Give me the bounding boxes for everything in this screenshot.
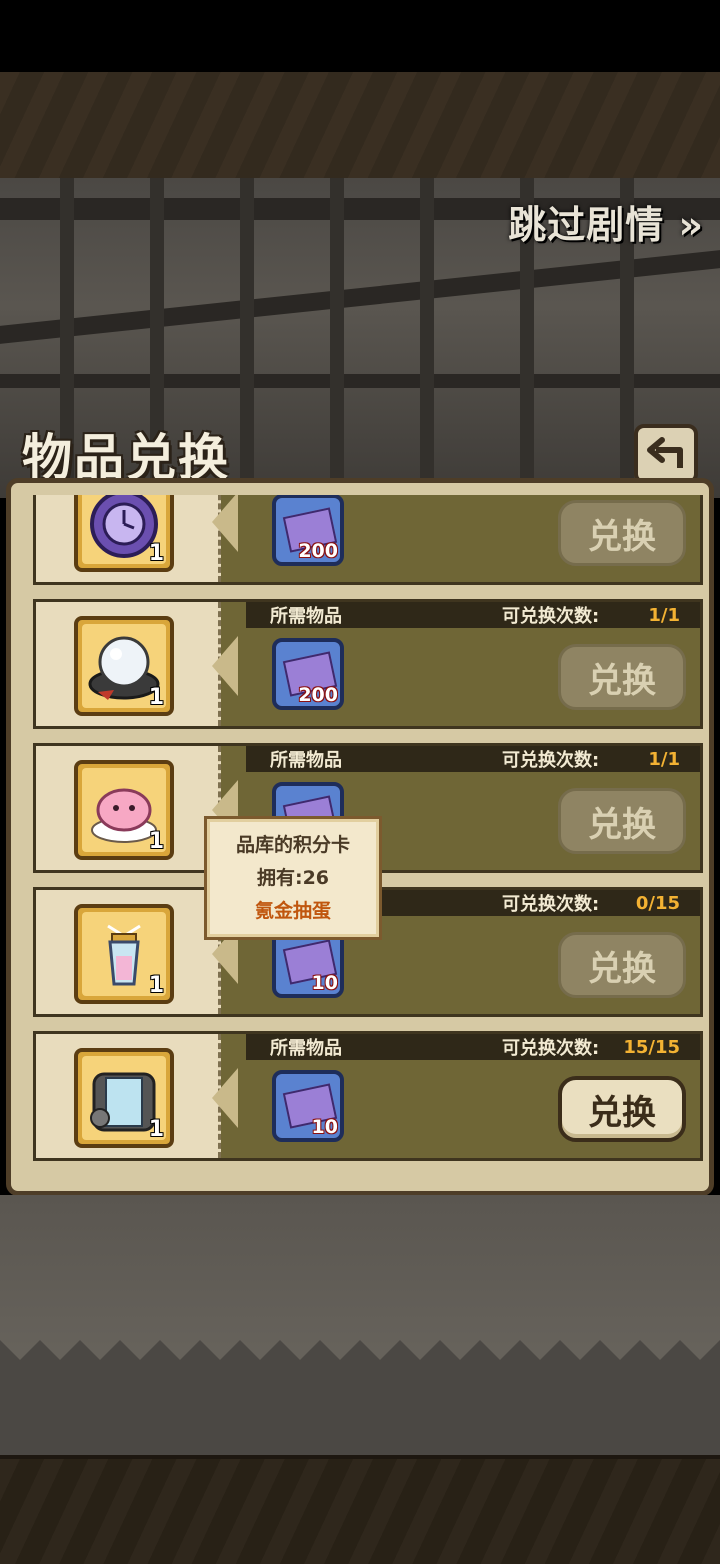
exchange-limit-value: 0/15 [635, 892, 680, 914]
item-tooltip: 品库的积分卡 拥有:26 氪金抽蛋 [204, 816, 382, 940]
required-items-label: 所需物品 [270, 606, 342, 627]
item-count: 1 [148, 1117, 164, 1142]
exchange-limit-value: 1/1 [648, 604, 680, 626]
cost-count: 200 [298, 540, 338, 562]
required-items-label: 所需物品 [270, 1038, 342, 1059]
redeem-button[interactable]: 兑换 [558, 644, 686, 710]
exchange-limit-label: 可兑换次数: [502, 894, 600, 915]
redeem-button[interactable]: 兑换 [558, 932, 686, 998]
cost-item-slot[interactable]: 10 [272, 1070, 344, 1142]
bottom-decorative-band [0, 1455, 720, 1564]
tooltip-source: 氪金抽蛋 [254, 899, 331, 922]
back-button[interactable] [634, 424, 698, 484]
reward-item-slot[interactable]: 1 [74, 616, 174, 716]
item-count: 1 [148, 685, 164, 710]
redeem-button[interactable]: 兑换 [558, 1076, 686, 1142]
item-count: 1 [148, 541, 164, 566]
item-count: 1 [148, 973, 164, 998]
status-bar-area [0, 0, 720, 72]
row-header: 所需物品 可兑换次数: 1/1 [246, 602, 700, 628]
top-decorative-band [0, 72, 720, 182]
cost-count: 10 [311, 1116, 338, 1138]
tooltip-item-name: 品库的积分卡 [235, 833, 350, 856]
cost-count: 200 [298, 684, 338, 706]
skip-story-button[interactable]: 跳过剧情 » [508, 194, 704, 249]
return-arrow-icon [647, 437, 683, 468]
exchange-limit-value: 1/1 [648, 748, 680, 770]
required-items-label: 所需物品 [270, 750, 342, 771]
cost-item-slot[interactable]: 200 [272, 495, 344, 566]
exchange-limit-value: 15/15 [623, 1036, 680, 1058]
cost-count: 10 [311, 972, 338, 994]
zigzag-divider [0, 1340, 720, 1455]
cost-item-slot[interactable]: 200 [272, 638, 344, 710]
redeem-button[interactable]: 兑换 [558, 788, 686, 854]
exchange-row: 所需物品 可兑换次数: 1/1 1 200 兑换 [33, 599, 703, 729]
exchange-limit-label: 可兑换次数: [502, 606, 600, 627]
redeem-button[interactable]: 兑换 [558, 500, 686, 566]
exchange-limit-label: 可兑换次数: [502, 750, 600, 771]
exchange-row: 1 200 兑换 [33, 495, 703, 585]
reward-item-slot[interactable]: 1 [74, 904, 174, 1004]
tooltip-owned-count: 拥有:26 [256, 866, 330, 889]
row-header: 所需物品 可兑换次数: 15/15 [246, 1034, 700, 1060]
row-header: 所需物品 可兑换次数: 1/1 [246, 746, 700, 772]
reward-item-slot[interactable]: 1 [74, 495, 174, 572]
reward-item-slot[interactable]: 1 [74, 760, 174, 860]
item-count: 1 [148, 829, 164, 854]
reward-item-slot[interactable]: 1 [74, 1048, 174, 1148]
exchange-row: 所需物品 可兑换次数: 15/15 1 10 兑换 [33, 1031, 703, 1161]
exchange-limit-label: 可兑换次数: [502, 1038, 600, 1059]
